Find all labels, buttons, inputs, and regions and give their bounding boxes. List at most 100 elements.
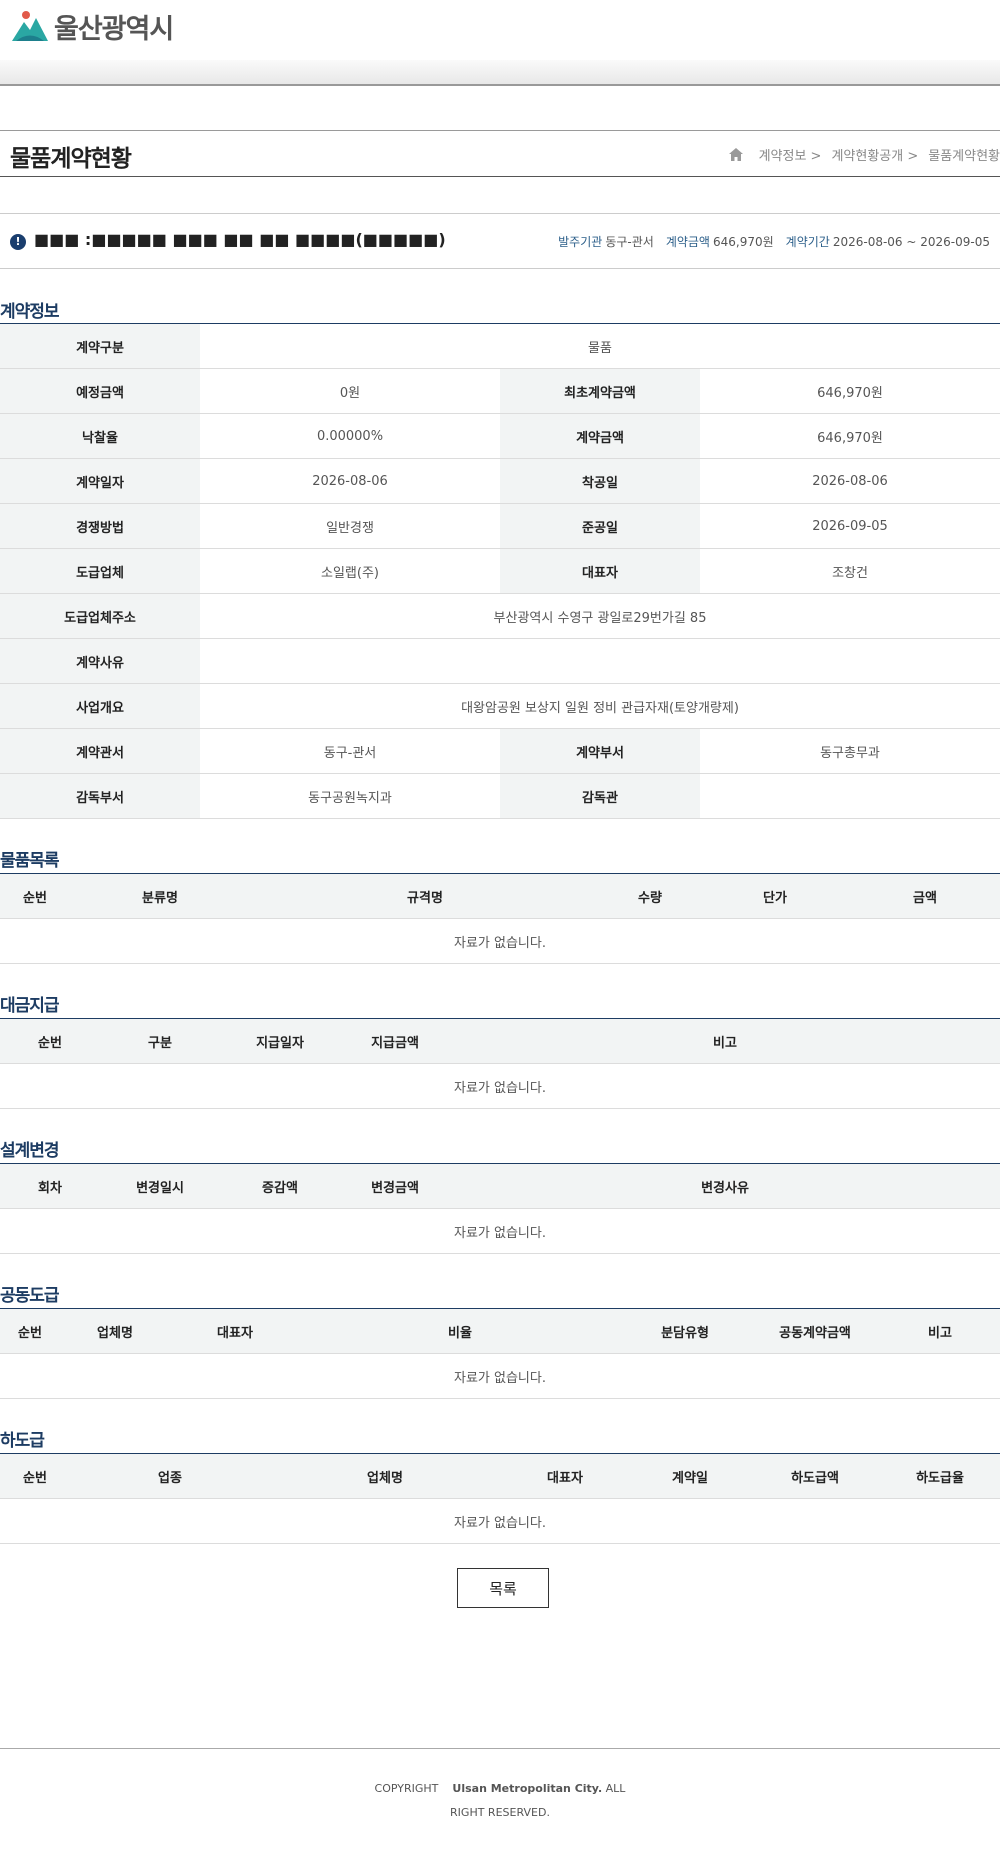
table-row: 자료가 없습니다. (0, 1063, 1000, 1109)
field-label: 계약부서 (500, 728, 700, 774)
column-header: 수량 (600, 873, 700, 919)
column-header: 대표자 (500, 1453, 630, 1499)
table-row: 예정금액 0원 최초계약금액 646,970원 (0, 368, 1000, 414)
empty-message: 자료가 없습니다. (0, 1063, 1000, 1109)
column-header: 비율 (300, 1308, 620, 1354)
table-header-row: 순번 업종 업체명 대표자 계약일 하도급액 하도급율 (0, 1453, 1000, 1499)
column-header: 공동계약금액 (750, 1308, 880, 1354)
joint-contract-table: 순번 업체명 대표자 비율 분담유형 공동계약금액 비고 자료가 없습니다. (0, 1308, 1000, 1399)
field-value: 0원 (200, 368, 500, 414)
column-header: 하도급액 (750, 1453, 880, 1499)
field-label: 대표자 (500, 548, 700, 594)
field-value (200, 638, 1000, 684)
table-header-row: 회차 변경일시 증감액 변경금액 변경사유 (0, 1163, 1000, 1209)
breadcrumb-item-goods-contract[interactable]: 물품계약현황 (928, 145, 1000, 164)
column-header: 대표자 (170, 1308, 300, 1354)
copyright-text: COPYRIGHT Ulsan Metropolitan City. ALL R… (374, 1782, 626, 1819)
field-value: 2026-08-06 (700, 458, 1000, 504)
list-button[interactable]: 목록 (457, 1568, 549, 1608)
field-value: 동구총무과 (700, 728, 1000, 774)
field-value (700, 773, 1000, 819)
field-value: 일반경쟁 (200, 503, 500, 549)
column-header: 변경금액 (340, 1163, 450, 1209)
column-header: 분담유형 (620, 1308, 750, 1354)
site-logo[interactable]: 울산광역시 (10, 8, 174, 45)
column-header: 회차 (0, 1163, 100, 1209)
section-title-goods-list: 물품목록 (0, 851, 60, 871)
field-value: 2026-08-06 (200, 458, 500, 504)
title-bar: 물품계약현황 계약정보 > 계약현황공개 > 물품계약현황 (0, 130, 1000, 177)
field-label: 감독부서 (0, 773, 200, 819)
column-header: 증감액 (220, 1163, 340, 1209)
column-header: 규격명 (250, 873, 600, 919)
table-row: 사업개요 대왕암공원 보상지 일원 정비 관급자재(토양개량제) (0, 683, 1000, 729)
column-header: 단가 (700, 873, 850, 919)
breadcrumb: 계약정보 > 계약현황공개 > 물품계약현황 (728, 145, 1000, 164)
table-row: 자료가 없습니다. (0, 1208, 1000, 1254)
meta-ordering-agency: 발주기관 동구-관서 (558, 235, 654, 249)
field-value: 소일랩(주) (200, 548, 500, 594)
section-title-payments: 대금지급 (0, 996, 60, 1016)
field-label: 착공일 (500, 458, 700, 504)
column-header: 변경일시 (100, 1163, 220, 1209)
column-header: 지급일자 (220, 1018, 340, 1064)
goods-list-table: 순번 분류명 규격명 수량 단가 금액 자료가 없습니다. (0, 873, 1000, 964)
field-label: 최초계약금액 (500, 368, 700, 414)
exclamation-icon: ! (10, 234, 26, 250)
contract-name: ■■■ :■■■■■ ■■■ ■■ ■■ ■■■■(■■■■■) (34, 230, 446, 249)
table-row: 낙찰율 0.00000% 계약금액 646,970원 (0, 413, 1000, 459)
section-title-design-changes: 설계변경 (0, 1141, 60, 1161)
design-changes-table: 회차 변경일시 증감액 변경금액 변경사유 자료가 없습니다. (0, 1163, 1000, 1254)
field-label: 도급업체주소 (0, 593, 200, 639)
field-label: 계약관서 (0, 728, 200, 774)
home-icon[interactable] (728, 148, 743, 161)
field-label: 계약사유 (0, 638, 200, 684)
table-row: 도급업체주소 부산광역시 수영구 광일로29번가길 85 (0, 593, 1000, 639)
section-title-contract-info: 계약정보 (0, 302, 60, 322)
table-header-row: 순번 업체명 대표자 비율 분담유형 공동계약금액 비고 (0, 1308, 1000, 1354)
field-value: 물품 (200, 323, 1000, 369)
field-label: 예정금액 (0, 368, 200, 414)
meta-contract-amount: 계약금액 646,970원 (665, 235, 774, 249)
breadcrumb-item-contract-status[interactable]: 계약현황공개 > (831, 145, 918, 164)
field-value: 부산광역시 수영구 광일로29번가길 85 (200, 593, 1000, 639)
contract-summary: ! ■■■ :■■■■■ ■■■ ■■ ■■ ■■■■(■■■■■) 발주기관 동… (0, 213, 1000, 269)
table-row: 계약구분 물품 (0, 323, 1000, 369)
column-header: 순번 (0, 1018, 100, 1064)
page-title: 물품계약현황 (10, 146, 132, 172)
field-label: 사업개요 (0, 683, 200, 729)
column-header: 순번 (0, 873, 70, 919)
breadcrumb-item-contract-info[interactable]: 계약정보 > (759, 145, 822, 164)
column-header: 업종 (70, 1453, 270, 1499)
footer: COPYRIGHT Ulsan Metropolitan City. ALL R… (0, 1748, 1000, 1850)
field-label: 도급업체 (0, 548, 200, 594)
table-row: 자료가 없습니다. (0, 918, 1000, 964)
empty-message: 자료가 없습니다. (0, 1498, 1000, 1544)
field-value: 646,970원 (700, 413, 1000, 459)
header: 울산광역시 (0, 0, 1000, 60)
field-label: 낙찰율 (0, 413, 200, 459)
table-row: 계약일자 2026-08-06 착공일 2026-08-06 (0, 458, 1000, 504)
field-value: 0.00000% (200, 413, 500, 459)
payments-table: 순번 구분 지급일자 지급금액 비고 자료가 없습니다. (0, 1018, 1000, 1109)
column-header: 업체명 (60, 1308, 170, 1354)
field-value: 2026-09-05 (700, 503, 1000, 549)
summary-meta: 발주기관 동구-관서 계약금액 646,970원 계약기간 2026-08-06 ~ … (558, 233, 990, 250)
table-header-row: 순번 분류명 규격명 수량 단가 금액 (0, 873, 1000, 919)
empty-message: 자료가 없습니다. (0, 1353, 1000, 1399)
global-navigation-bar (0, 60, 1000, 86)
column-header: 금액 (850, 873, 1000, 919)
field-label: 계약일자 (0, 458, 200, 504)
subcontract-table: 순번 업종 업체명 대표자 계약일 하도급액 하도급율 자료가 없습니다. (0, 1453, 1000, 1544)
column-header: 비고 (880, 1308, 1000, 1354)
table-row: 자료가 없습니다. (0, 1353, 1000, 1399)
column-header: 분류명 (70, 873, 250, 919)
field-value: 동구-관서 (200, 728, 500, 774)
field-label: 계약금액 (500, 413, 700, 459)
column-header: 변경사유 (450, 1163, 1000, 1209)
field-value: 조창건 (700, 548, 1000, 594)
field-label: 준공일 (500, 503, 700, 549)
field-value: 646,970원 (700, 368, 1000, 414)
table-row: 도급업체 소일랩(주) 대표자 조창건 (0, 548, 1000, 594)
table-row: 경쟁방법 일반경쟁 준공일 2026-09-05 (0, 503, 1000, 549)
